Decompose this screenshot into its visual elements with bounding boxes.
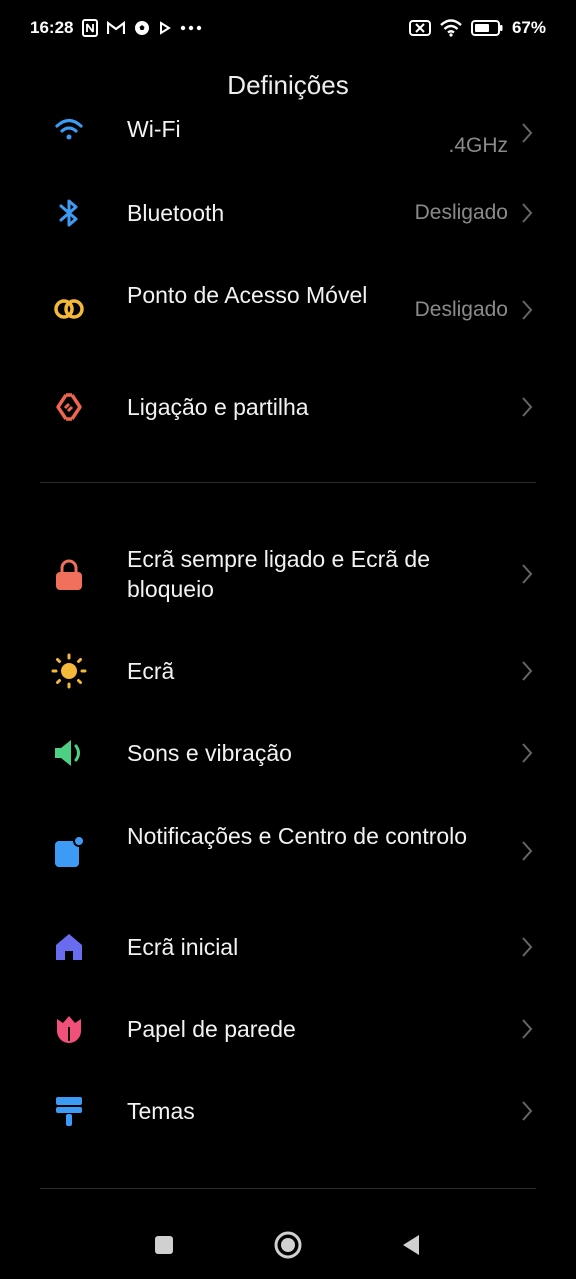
settings-item-label: Temas bbox=[127, 1098, 195, 1124]
square-icon bbox=[155, 1236, 173, 1254]
football-icon bbox=[134, 20, 150, 36]
chevron-right-icon bbox=[522, 1101, 533, 1121]
settings-item-value: Desligado bbox=[414, 201, 508, 224]
home-icon bbox=[50, 928, 88, 966]
settings-item-label: Papel de parede bbox=[127, 1016, 296, 1042]
back-button[interactable] bbox=[391, 1225, 431, 1265]
settings-item-home-screen[interactable]: Ecrã inicial bbox=[0, 922, 576, 972]
chevron-right-icon bbox=[522, 661, 533, 681]
chevron-right-icon bbox=[522, 123, 533, 143]
settings-item-notifications[interactable]: Notificações e Centro de controlo bbox=[0, 819, 576, 883]
settings-item-themes[interactable]: Temas bbox=[0, 1086, 576, 1136]
settings-item-value: .4GHz bbox=[448, 134, 508, 157]
settings-item-display[interactable]: Ecrã bbox=[0, 646, 576, 696]
more-notifications-icon bbox=[180, 25, 202, 31]
no-sim-icon bbox=[408, 20, 431, 36]
paint-roller-icon bbox=[50, 1092, 88, 1130]
page-title: Definições bbox=[227, 70, 349, 100]
home-button[interactable] bbox=[268, 1225, 308, 1265]
lock-icon bbox=[50, 556, 88, 594]
section-divider bbox=[40, 1188, 536, 1189]
chevron-right-icon bbox=[522, 1019, 533, 1039]
settings-item-label: Sons e vibração bbox=[127, 740, 292, 766]
chevron-right-icon bbox=[522, 564, 533, 584]
status-bar: 16:28 67% bbox=[0, 0, 576, 56]
battery-icon bbox=[470, 20, 503, 36]
settings-item-label: Ecrã sempre ligado e Ecrã de bloqueio bbox=[127, 546, 430, 602]
settings-item-label: Wi-Fi bbox=[127, 116, 181, 142]
nfc-icon bbox=[82, 19, 99, 37]
settings-item-wifi[interactable]: Wi-Fi .4GHz bbox=[0, 112, 576, 162]
triangle-back-icon bbox=[403, 1235, 419, 1255]
wifi-status-icon bbox=[440, 19, 462, 37]
recents-button[interactable] bbox=[144, 1225, 184, 1265]
wifi-icon bbox=[50, 112, 88, 150]
settings-item-label: Ecrã inicial bbox=[127, 934, 239, 960]
gmail-icon bbox=[107, 21, 126, 35]
settings-item-lockscreen[interactable]: Ecrã sempre ligado e Ecrã de bloqueio bbox=[0, 542, 576, 606]
tulip-icon bbox=[50, 1010, 88, 1048]
settings-item-wallpaper[interactable]: Papel de parede bbox=[0, 1004, 576, 1054]
circle-icon bbox=[274, 1231, 302, 1259]
settings-item-value: Desligado bbox=[414, 298, 508, 321]
chevron-right-icon bbox=[522, 203, 533, 223]
settings-item-sound[interactable]: Sons e vibração bbox=[0, 728, 576, 778]
chevron-right-icon bbox=[522, 841, 533, 861]
bluetooth-icon bbox=[50, 194, 88, 232]
settings-item-bluetooth[interactable]: Bluetooth Desligado bbox=[0, 186, 576, 240]
notification-icon bbox=[50, 833, 88, 871]
clock: 16:28 bbox=[30, 18, 74, 37]
settings-item-label: Notificações e Centro de controlo bbox=[127, 823, 468, 849]
sun-icon bbox=[50, 652, 88, 690]
connection-sharing-icon bbox=[50, 388, 88, 426]
hotspot-icon bbox=[50, 290, 88, 328]
status-bar-left: 16:28 bbox=[30, 18, 202, 38]
chevron-right-icon bbox=[522, 300, 533, 320]
settings-item-label: Ecrã bbox=[127, 658, 175, 684]
chevron-right-icon bbox=[522, 743, 533, 763]
settings-item-label: Ligação e partilha bbox=[127, 394, 309, 420]
chevron-right-icon bbox=[522, 937, 533, 957]
settings-item-connection-sharing[interactable]: Ligação e partilha bbox=[0, 382, 576, 432]
play-icon bbox=[159, 21, 172, 35]
battery-percentage: 67% bbox=[511, 18, 546, 37]
status-bar-right: 67% bbox=[408, 18, 546, 38]
speaker-icon bbox=[50, 734, 88, 772]
chevron-right-icon bbox=[522, 397, 533, 417]
settings-item-hotspot[interactable]: Ponto de Acesso Móvel Desligado bbox=[0, 278, 576, 342]
section-divider bbox=[40, 482, 536, 483]
